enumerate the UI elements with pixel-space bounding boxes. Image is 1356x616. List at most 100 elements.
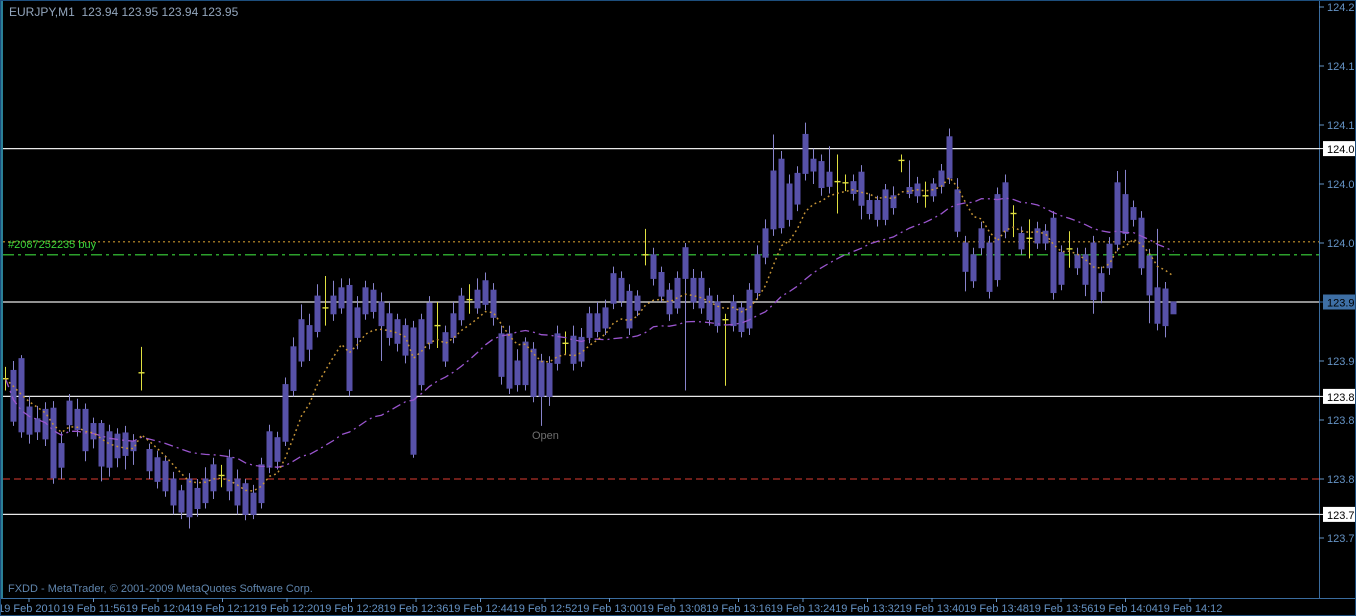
time-tick-label: 19 Feb 13:40 <box>900 603 965 615</box>
candles <box>2 122 1177 529</box>
time-axis[interactable]: 19 Feb 2010 19 Feb 11:56 19 Feb 12:04 19 Fe… <box>1 598 1222 615</box>
candle-body <box>546 362 553 397</box>
price-tick-label: 123.75 <box>1327 533 1356 545</box>
time-tick-label: 19 Feb 2010 <box>1 603 60 615</box>
candle-body <box>394 319 401 344</box>
price-tick-label: 124.20 <box>1327 2 1356 14</box>
candle-body <box>426 302 433 344</box>
candle-body <box>490 289 497 318</box>
candle-body <box>410 327 417 455</box>
candle-body <box>650 254 657 279</box>
price-tick-label: 123.80 <box>1327 474 1356 486</box>
candle-body <box>82 408 89 452</box>
candle-body <box>1002 182 1009 232</box>
candle-body <box>986 242 993 292</box>
candle-body <box>306 325 313 350</box>
time-tick-label: 19 Feb 13:32 <box>835 603 900 615</box>
candle-body <box>1114 182 1121 245</box>
candle-body <box>802 133 809 174</box>
candle-body <box>754 254 761 294</box>
time-tick-label: 19 Feb 12:52 <box>513 603 578 615</box>
candle-body <box>882 189 889 220</box>
time-tick-label: 19 Feb 13:48 <box>964 603 1029 615</box>
candle-body <box>874 200 881 220</box>
candle-body <box>810 158 817 172</box>
candle-body <box>418 319 425 386</box>
candle-body <box>226 457 233 492</box>
candle-body <box>938 170 945 187</box>
candle-body <box>362 287 369 315</box>
candle-body <box>570 335 577 364</box>
time-tick-label: 19 Feb 12:36 <box>384 603 449 615</box>
candle-body <box>474 289 481 309</box>
chart-canvas[interactable]: 124.20 124.15 124.10 124.05 124.00 123.90 123.… <box>1 1 1356 616</box>
candle-body <box>906 187 913 194</box>
candle-body <box>274 437 281 462</box>
price-tick-label: 124.10 <box>1327 120 1356 132</box>
price-axis[interactable]: 124.20 124.15 124.10 124.05 124.00 123.90 123.… <box>1319 2 1356 545</box>
candle-body <box>282 384 289 442</box>
candle-body <box>714 301 721 327</box>
price-tick-label: 123.85 <box>1327 415 1356 427</box>
candle-body <box>1122 194 1129 235</box>
candle-body <box>442 332 449 362</box>
candle-body <box>498 333 505 377</box>
candle-body <box>66 400 73 426</box>
time-tick-label: 19 Feb 12:44 <box>448 603 513 615</box>
candle-body <box>706 295 713 321</box>
candle-body <box>658 272 665 297</box>
time-tick-label: 19 Feb 12:20 <box>255 603 320 615</box>
candle-body <box>1130 207 1137 220</box>
candle-body <box>762 228 769 258</box>
candle-body <box>26 406 33 435</box>
price-tick-label: 124.00 <box>1327 238 1356 250</box>
candle-body <box>250 492 257 515</box>
candle-body <box>186 478 193 518</box>
candle-body <box>74 408 81 430</box>
candle-body <box>386 313 393 338</box>
candle-body <box>1146 255 1153 296</box>
candle-body <box>858 171 865 206</box>
candle-body <box>1058 251 1065 285</box>
candle-body <box>58 443 65 468</box>
candle-body <box>370 289 377 312</box>
candle-body <box>506 333 513 389</box>
candle-body <box>1050 217 1057 294</box>
candle-body <box>610 273 617 304</box>
candle-body <box>458 295 465 321</box>
candle-body <box>778 158 785 229</box>
candle-body <box>378 301 385 327</box>
candle-body <box>522 341 529 386</box>
candle-body <box>242 483 249 515</box>
candle-body <box>826 171 833 187</box>
candle-body <box>730 301 737 327</box>
candle-body <box>850 181 857 194</box>
candle-body <box>946 136 953 179</box>
candle-body <box>690 277 697 303</box>
level-price-label: 123.87 <box>1327 392 1356 404</box>
candle-body <box>1090 242 1097 301</box>
candle-body <box>338 287 345 309</box>
candle-body <box>530 348 537 397</box>
candle-body <box>18 358 25 433</box>
candle-body <box>482 280 489 305</box>
candle-body <box>346 284 353 392</box>
candle-body <box>1170 301 1177 315</box>
candle-body <box>298 319 305 362</box>
time-tick-label: 19 Feb 13:00 <box>577 603 642 615</box>
candle-body <box>290 346 297 391</box>
time-tick-label: 19 Feb 11:56 <box>61 603 125 615</box>
candle-body <box>98 423 105 467</box>
time-tick-label: 19 Feb 14:12 <box>1158 603 1223 615</box>
price-tick-label: 123.90 <box>1327 356 1356 368</box>
candle-body <box>106 431 113 468</box>
candle-body <box>554 333 561 364</box>
time-tick-label: 19 Feb 12:12 <box>190 603 255 615</box>
time-tick-label: 19 Feb 13:24 <box>771 603 836 615</box>
mt4-chart-window: 124.20 124.15 124.10 124.05 124.00 123.90 123.… <box>0 0 1356 616</box>
candle-body <box>178 490 185 513</box>
candle-body <box>354 307 361 338</box>
candle-body <box>146 449 153 472</box>
candle-body <box>818 161 825 189</box>
candle-body <box>1042 230 1049 244</box>
